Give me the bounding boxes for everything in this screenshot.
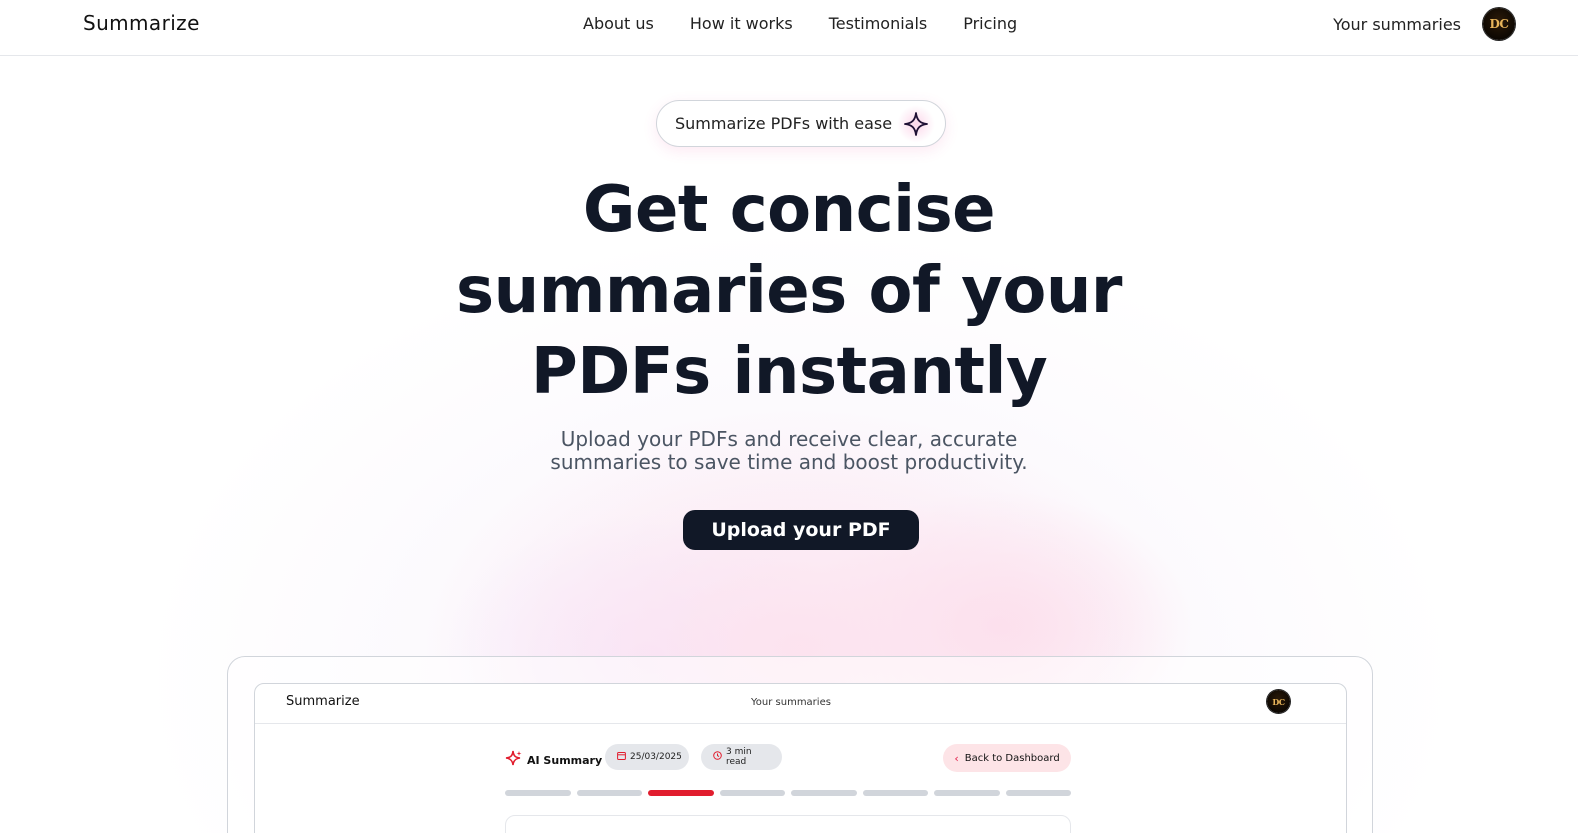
app-preview-window: Summarize Your summaries DC AI Summary 2…: [254, 683, 1347, 833]
hero-headline-line-1: Get concise: [582, 173, 996, 247]
hero-subheading-line-1: Upload your PDFs and receive clear, accu…: [560, 427, 1018, 451]
sparkle-icon: [897, 105, 935, 143]
back-to-dashboard-label: Back to Dashboard: [964, 752, 1060, 764]
progress-segment[interactable]: [1005, 790, 1071, 796]
ai-summary-text: AI Summary: [527, 754, 603, 767]
nav-link-how-it-works[interactable]: How it works: [690, 14, 793, 33]
nav-link-testimonials[interactable]: Testimonials: [829, 14, 928, 33]
nav-links: About us How it works Testimonials Prici…: [583, 14, 1017, 33]
hero-badge: Summarize PDFs with ease: [656, 100, 946, 147]
hero-headline-line-3: PDFs instantly: [530, 335, 1048, 409]
hero-headline-line-2: summaries of your: [456, 254, 1122, 328]
preview-navbar: Summarize Your summaries DC: [255, 684, 1346, 724]
progress-segment[interactable]: [791, 790, 857, 796]
hero-badge-label: Summarize PDFs with ease: [675, 114, 893, 133]
preview-avatar: DC: [1267, 690, 1290, 713]
date-chip: 25/03/2025: [605, 744, 689, 770]
back-to-dashboard-button[interactable]: ‹ Back to Dashboard: [943, 744, 1071, 772]
clock-icon: [713, 751, 722, 763]
ai-sparkle-icon: [505, 750, 523, 771]
summary-content-card: [505, 815, 1071, 833]
calendar-icon: [617, 751, 626, 763]
nav-link-about-us[interactable]: About us: [583, 14, 654, 33]
brand-logo[interactable]: Summarize: [83, 11, 200, 35]
progress-segment[interactable]: [505, 790, 571, 796]
chevron-left-icon: ‹: [954, 751, 959, 765]
nav-link-your-summaries[interactable]: Your summaries: [1333, 15, 1461, 34]
progress-segment[interactable]: [648, 790, 714, 796]
preview-summary-header: AI Summary 25/03/2025 3 min read ‹ Back …: [505, 744, 1071, 772]
read-time-text: 3 min read: [726, 747, 752, 767]
date-text: 25/03/2025: [630, 752, 682, 762]
nav-link-pricing[interactable]: Pricing: [963, 14, 1017, 33]
hero-subheading-line-2: summaries to save time and boost product…: [550, 450, 1028, 474]
upload-pdf-button[interactable]: Upload your PDF: [683, 510, 919, 550]
nav-right: Your summaries DC: [1333, 8, 1515, 40]
hero-headline: Get concise summaries of your PDFs insta…: [389, 170, 1189, 413]
hero-subheading: Upload your PDFs and receive clear, accu…: [489, 428, 1089, 474]
progress-segment[interactable]: [934, 790, 1000, 796]
top-navbar: Summarize About us How it works Testimon…: [0, 0, 1578, 56]
ai-summary-label: AI Summary: [505, 750, 602, 771]
progress-segment[interactable]: [719, 790, 785, 796]
read-time-chip: 3 min read: [701, 744, 782, 770]
progress-segment[interactable]: [862, 790, 928, 796]
preview-brand: Summarize: [286, 694, 360, 709]
summary-progress-bar: [505, 790, 1071, 796]
progress-segment[interactable]: [576, 790, 642, 796]
preview-your-summaries-link: Your summaries: [751, 697, 831, 708]
avatar[interactable]: DC: [1483, 8, 1515, 40]
